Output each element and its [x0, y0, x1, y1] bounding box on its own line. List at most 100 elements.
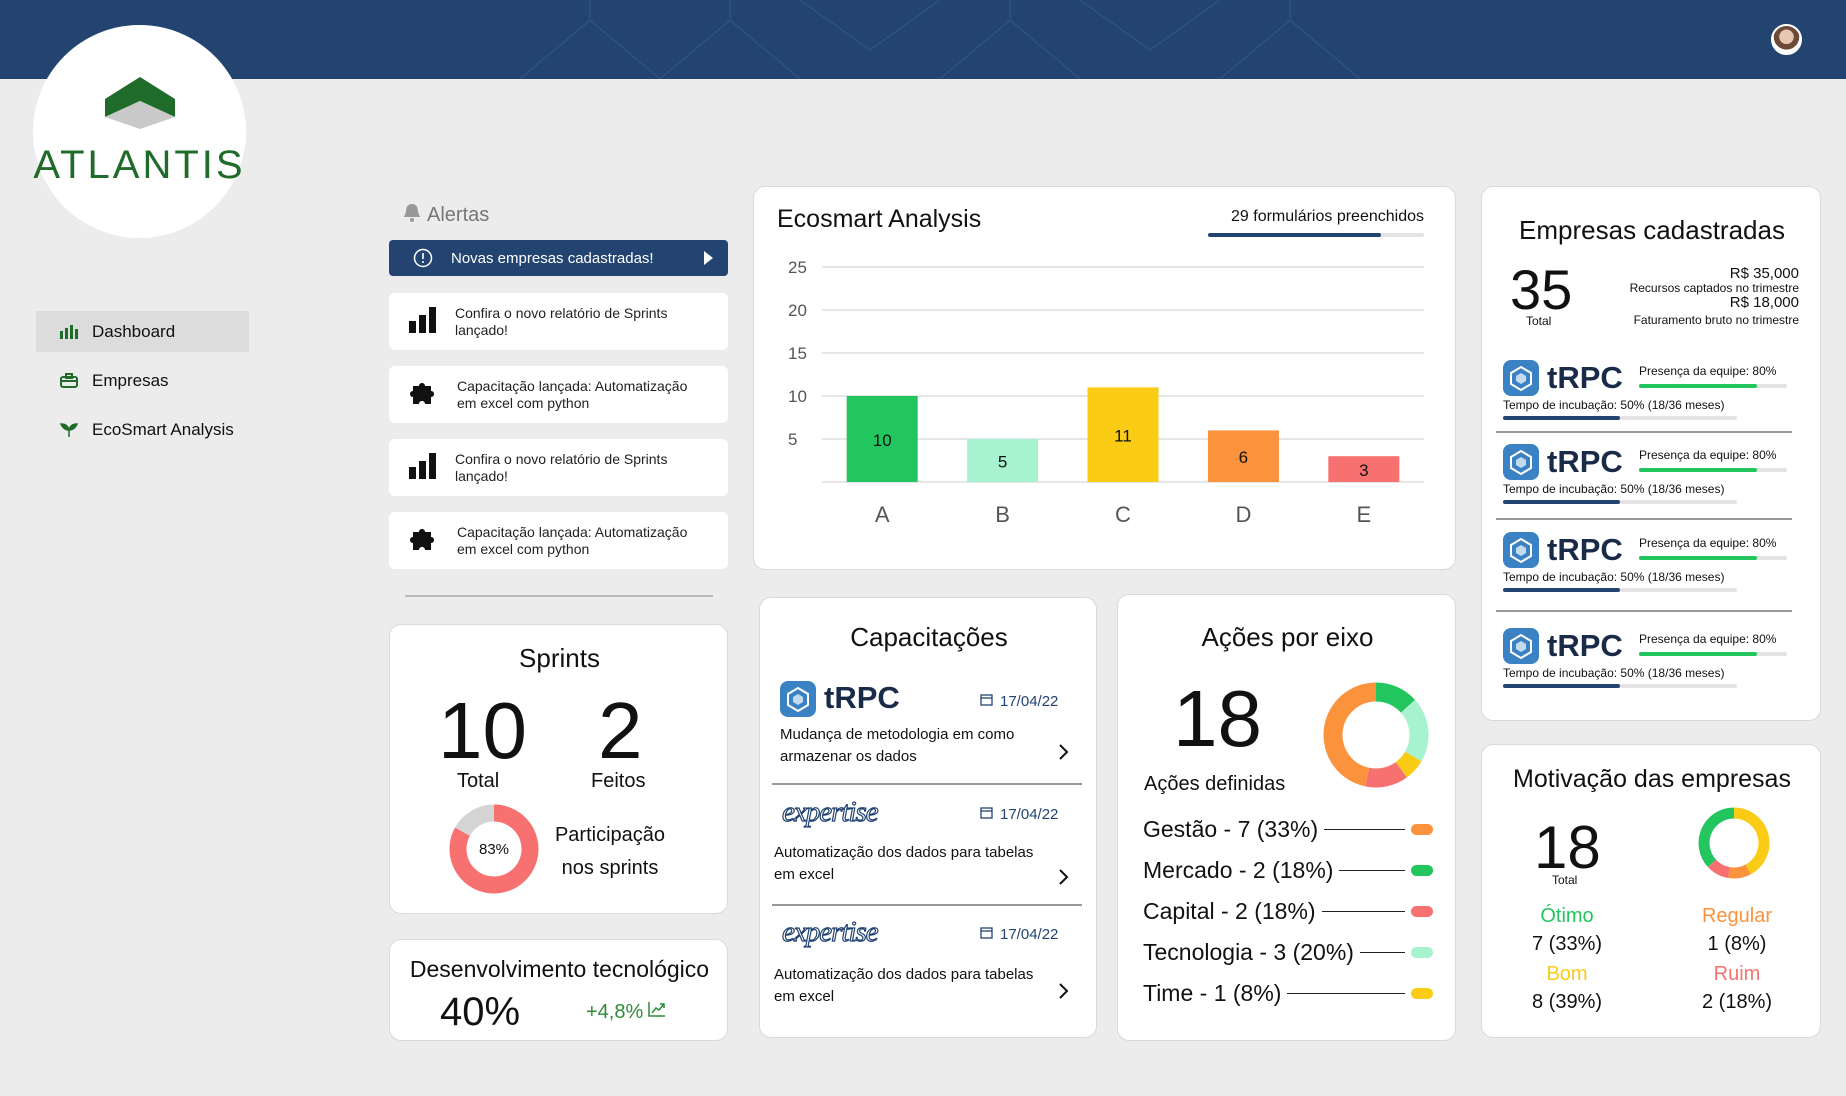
- trpc-logo-icon: [1503, 532, 1539, 568]
- puzzle-icon: [409, 526, 439, 556]
- divider: [405, 595, 713, 597]
- alert-main-label: Novas empresas cadastradas!: [451, 249, 654, 267]
- data-label: 6: [1239, 448, 1248, 467]
- divider: [1496, 431, 1792, 433]
- motivacao-total-label: Total: [1552, 873, 1578, 887]
- incubation-text: Tempo de incubação: 50% (18/36 meses): [1503, 398, 1725, 412]
- company-row[interactable]: tRPC Presença da equipe: 80% Tempo de in…: [1496, 356, 1792, 436]
- capacitacao-item[interactable]: tRPC 17/04/22 Mudança de metodologia em …: [772, 677, 1082, 787]
- data-label: 3: [1359, 461, 1368, 480]
- alert-item[interactable]: Confira o novo relatório de Sprints lança…: [389, 293, 728, 350]
- x-tick-label: A: [875, 502, 890, 527]
- capacitacao-item[interactable]: expertise 17/04/22 Automatização dos dad…: [772, 915, 1082, 1026]
- sprints-done: 2: [598, 686, 643, 775]
- nav-empresas[interactable]: Empresas: [36, 360, 249, 401]
- nav-dashboard-label: Dashboard: [92, 321, 176, 341]
- legend-swatch: [1411, 906, 1433, 917]
- donut-segment: [1707, 859, 1731, 879]
- briefcase-icon: [60, 373, 82, 388]
- y-tick-label: 20: [788, 301, 807, 320]
- legend-swatch: [1411, 824, 1433, 835]
- alert-item[interactable]: Capacitação lançada: Automatização em exc…: [389, 512, 728, 569]
- donut-segment: [1698, 807, 1735, 868]
- acoes-donut: [1323, 682, 1429, 788]
- capacitacao-date-value: 17/04/22: [1000, 926, 1059, 943]
- x-tick-label: C: [1115, 502, 1131, 527]
- otimo-label: Ótimo: [1540, 905, 1594, 927]
- capacitacao-item[interactable]: expertise 17/04/22 Automatização dos dad…: [772, 795, 1082, 906]
- capacitacao-logo-text: tRPC: [824, 680, 900, 715]
- alert-item[interactable]: Capacitação lançada: Automatização em exc…: [389, 366, 728, 423]
- divider: [1496, 610, 1792, 612]
- otimo-value: 7 (33%): [1531, 933, 1603, 955]
- legend-label: Tecnologia - 3 (20%): [1143, 939, 1354, 965]
- user-avatar[interactable]: [1771, 24, 1802, 55]
- donut-segment: [1375, 682, 1416, 713]
- incubation-text: Tempo de incubação: 50% (18/36 meses): [1503, 666, 1725, 680]
- donut-segment: [1323, 682, 1377, 787]
- devtech-delta: +4,8%: [586, 1000, 667, 1024]
- ecosmart-bar-chart: 5 10 15 20 25 10 A 5 B 11 C 6 D 3 E: [788, 258, 1424, 527]
- donut-segment: [1365, 761, 1407, 788]
- pattern-decoration: [519, 0, 1361, 79]
- logo[interactable]: ATLANTIS: [33, 25, 246, 238]
- empresas-title: Empresas cadastradas: [1519, 215, 1785, 245]
- donut-segment: [1733, 807, 1770, 875]
- incubation-bar: [1503, 416, 1737, 420]
- presence-bar: [1639, 556, 1787, 560]
- nav-ecosmart-label: EcoSmart Analysis: [92, 419, 234, 439]
- revenue-value: R$ 18,000: [1729, 294, 1799, 311]
- devtech-title: Desenvolvimento tecnológico: [409, 956, 710, 982]
- chevron-right-icon[interactable]: [1058, 743, 1070, 766]
- participation-label: Participação nos sprints: [554, 824, 666, 879]
- ruim-value: 2 (18%): [1701, 991, 1773, 1013]
- company-row[interactable]: tRPC Presença da equipe: 80% Tempo de in…: [1496, 528, 1792, 612]
- presence-text: Presença da equipe: 80%: [1639, 448, 1777, 462]
- presence-bar: [1639, 384, 1787, 388]
- divider: [772, 783, 1082, 785]
- alert-item[interactable]: Confira o novo relatório de Sprints lança…: [389, 439, 728, 496]
- sprout-icon: [60, 422, 82, 437]
- donut-segment: [1400, 699, 1429, 762]
- trpc-logo-icon: [780, 681, 816, 717]
- acoes-legend-row: Time - 1 (8%): [1143, 980, 1433, 1007]
- company-row[interactable]: tRPC Presença da equipe: 80% Tempo de in…: [1503, 624, 1788, 704]
- donut-segment: [1728, 864, 1751, 879]
- legend-label: Time - 1 (8%): [1143, 980, 1282, 1006]
- trpc-logo-icon: [1503, 360, 1539, 396]
- legend-label: Capital - 2 (18%): [1143, 898, 1316, 924]
- ecosmart-title: Ecosmart Analysis: [777, 205, 982, 233]
- alerts-title: Alertas: [427, 203, 490, 226]
- divider: [1496, 518, 1792, 520]
- logo-mark-icon: [105, 77, 175, 129]
- trpc-logo-icon: [1503, 628, 1539, 664]
- nav-ecosmart[interactable]: EcoSmart Analysis: [36, 409, 249, 450]
- acoes-total-label: Ações definidas: [1144, 773, 1286, 795]
- presence-text: Presença da equipe: 80%: [1639, 632, 1777, 646]
- chevron-right-icon[interactable]: [1058, 982, 1070, 1005]
- data-label: 10: [873, 431, 892, 450]
- participation-value: 83%: [478, 841, 510, 858]
- y-tick-label: 25: [788, 258, 807, 277]
- capacitacao-text: Automatização dos dados para tabelas em e…: [774, 966, 1034, 1005]
- legend-swatch: [1411, 988, 1433, 999]
- capacitacoes-title: Capacitações: [850, 622, 1008, 652]
- company-row[interactable]: tRPC Presença da equipe: 80% Tempo de in…: [1496, 440, 1792, 520]
- capacitacao-date: 17/04/22: [980, 693, 1058, 710]
- trend-up-icon: [647, 1000, 667, 1024]
- chevron-right-icon[interactable]: [1058, 868, 1070, 891]
- incubation-text: Tempo de incubação: 50% (18/36 meses): [1503, 570, 1725, 584]
- raised-label: Recursos captados no trimestre: [1629, 281, 1799, 295]
- alert-new-companies[interactable]: Novas empresas cadastradas!: [389, 240, 728, 276]
- nav-dashboard[interactable]: Dashboard: [36, 311, 249, 352]
- expertise-logo: expertise: [781, 915, 879, 948]
- bar-chart-icon: [60, 324, 82, 339]
- capacitacao-text: Mudança de metodologia em como armazenar …: [780, 726, 1015, 765]
- chevron-right-icon: [704, 251, 714, 269]
- empresas-total-label: Total: [1526, 314, 1552, 328]
- alert-text: Confira o novo relatório de Sprints: [455, 450, 668, 467]
- alerts-header: Alertas: [403, 202, 489, 228]
- sprints-card: Sprints 10 Total 2 Feitos 83% Participaç…: [389, 624, 728, 914]
- company-name: tRPC: [1547, 628, 1623, 663]
- sprints-title: Sprints: [519, 643, 600, 673]
